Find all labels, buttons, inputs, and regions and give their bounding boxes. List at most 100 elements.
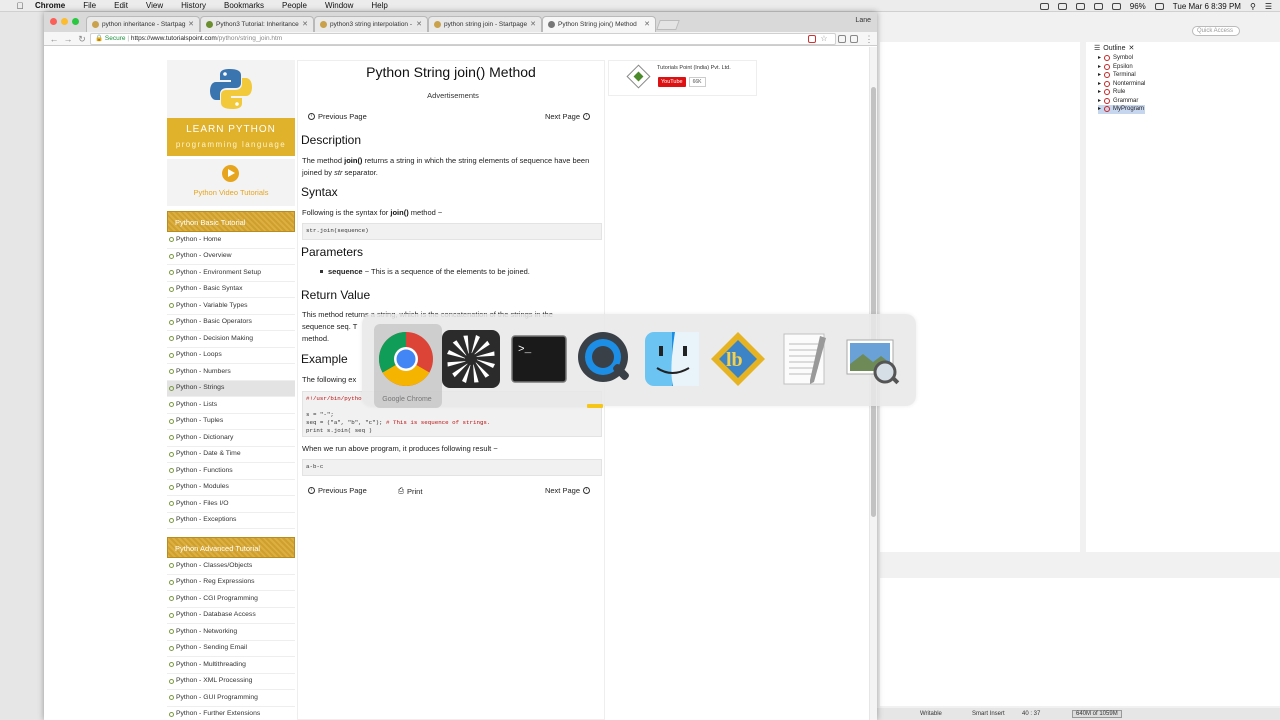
sidebar-link[interactable]: Python - XML Processing	[167, 674, 295, 690]
expand-icon[interactable]: ▸	[1098, 105, 1101, 114]
sidebar-link[interactable]: Python - Loops	[167, 348, 295, 364]
bbedit-icon[interactable]: lb	[709, 330, 767, 388]
wifi-icon[interactable]	[1093, 2, 1103, 10]
close-tab-icon[interactable]: ✕	[530, 20, 536, 28]
expand-icon[interactable]: ▸	[1098, 80, 1101, 89]
volume-icon[interactable]	[1111, 2, 1121, 10]
outline-tab[interactable]: ☰ Outline ✕	[1094, 42, 1134, 54]
tab-string-interpolation[interactable]: python3 string interpolation - ✕	[314, 16, 428, 32]
menu-window[interactable]: Window	[316, 1, 362, 10]
expand-icon[interactable]: ▸	[1098, 71, 1101, 80]
battery-percent[interactable]: 96%	[1130, 2, 1146, 11]
outline-item[interactable]: ▸ Rule	[1098, 88, 1145, 97]
expand-icon[interactable]: ▸	[1098, 54, 1101, 63]
sidebar-link[interactable]: Python - Overview	[167, 249, 295, 265]
tab-python3-tutorial[interactable]: Python3 Tutorial: Inheritance ✕	[200, 16, 314, 32]
zoom-window-button[interactable]	[72, 18, 79, 25]
sidebar-link[interactable]: Python - Sending Email	[167, 641, 295, 657]
bookmark-star-icon[interactable]: ☆	[818, 33, 830, 45]
minimize-window-button[interactable]	[61, 18, 68, 25]
outline-item-selected[interactable]: ▸ MyProgram	[1098, 105, 1146, 114]
status-memory[interactable]: 640M of 1059M	[1072, 710, 1122, 718]
sidebar-link[interactable]: Python - Dictionary	[167, 430, 295, 447]
sidebar-link[interactable]: Python - Tuples	[167, 414, 295, 430]
search-icon[interactable]: ⚲	[1250, 2, 1256, 11]
finder-icon[interactable]	[643, 330, 701, 388]
sidebar-link[interactable]: Python - Home	[167, 232, 295, 249]
sidebar-link[interactable]: Python - Basic Syntax	[167, 282, 295, 298]
menu-file[interactable]: File	[74, 1, 105, 10]
profile-button[interactable]: Lane	[855, 17, 871, 24]
tab-python-inheritance[interactable]: python inheritance - Startpag ✕	[86, 16, 200, 32]
screen-record-icon[interactable]	[1039, 2, 1049, 10]
menu-edit[interactable]: Edit	[105, 1, 137, 10]
extension-icon[interactable]	[850, 35, 858, 43]
tab-string-join-search[interactable]: python string join - Startpage ✕	[428, 16, 542, 32]
expand-icon[interactable]: ▸	[1098, 97, 1101, 106]
google-chrome-icon[interactable]	[377, 330, 435, 388]
outline-item[interactable]: ▸ Nonterminal	[1098, 80, 1145, 89]
menu-help[interactable]: Help	[362, 1, 396, 10]
close-tab-icon[interactable]: ✕	[188, 20, 194, 28]
blocked-content-icon[interactable]	[808, 35, 816, 43]
close-window-button[interactable]	[50, 18, 57, 25]
close-tab-icon[interactable]: ✕	[302, 20, 308, 28]
expand-icon[interactable]: ▸	[1098, 63, 1101, 72]
sidebar-link[interactable]: Python - Further Extensions	[167, 707, 295, 720]
menu-bookmarks[interactable]: Bookmarks	[215, 1, 273, 10]
sidebar-link[interactable]: Python - Files I/O	[167, 496, 295, 513]
battery-icon[interactable]	[1154, 2, 1164, 10]
back-arrow-icon[interactable]: ←	[48, 33, 60, 45]
textedit-icon[interactable]	[776, 330, 834, 388]
fan-app-icon[interactable]	[442, 330, 500, 388]
print-link[interactable]: ⎙ Print	[398, 486, 422, 496]
outline-item[interactable]: ▸ Terminal	[1098, 71, 1145, 80]
sidebar-link[interactable]: Python - Classes/Objects	[167, 558, 295, 575]
sidebar-link[interactable]: Python - Networking	[167, 624, 295, 641]
sidebar-link[interactable]: Python - Database Access	[167, 608, 295, 624]
expand-icon[interactable]: ▸	[1098, 88, 1101, 97]
quick-access-field[interactable]: Quick Access	[1192, 26, 1240, 36]
menu-kebab-icon[interactable]: ⋮	[863, 33, 875, 45]
sidebar-link[interactable]: Python - Exceptions	[167, 513, 295, 529]
close-tab-icon[interactable]: ✕	[644, 20, 650, 28]
sidebar-link[interactable]: Python - Numbers	[167, 364, 295, 381]
video-tutorials-link[interactable]: Python Video Tutorials	[167, 159, 295, 206]
menu-view[interactable]: View	[137, 1, 172, 10]
company-ad-box[interactable]: Tutorials Point (India) Pvt. Ltd. YouTub…	[608, 60, 757, 96]
sidebar-link[interactable]: Python - Functions	[167, 463, 295, 480]
learn-python-logo[interactable]: LEARN PYTHON programming language	[167, 60, 295, 156]
outline-item[interactable]: ▸ Grammar	[1098, 97, 1145, 106]
youtube-subscribe-button[interactable]: YouTube 66K	[658, 77, 706, 87]
sidebar-link[interactable]: Python - Date & Time	[167, 447, 295, 463]
close-tab-icon[interactable]: ✕	[416, 20, 422, 28]
editor-pane[interactable]	[880, 42, 1080, 552]
apple-icon[interactable]: 	[14, 1, 26, 11]
previous-page-link[interactable]: ‹ Previous Page	[308, 486, 367, 495]
sidebar-link[interactable]: Python - Environment Setup	[167, 265, 295, 282]
menu-app-name[interactable]: Chrome	[26, 1, 74, 10]
bluetooth-icon[interactable]	[1075, 2, 1085, 10]
close-icon[interactable]: ✕	[1128, 44, 1134, 52]
sidebar-link[interactable]: Python - Reg Expressions	[167, 575, 295, 591]
terminal-icon[interactable]: >_	[510, 330, 568, 388]
reload-icon[interactable]: ↻	[76, 33, 88, 45]
preview-icon[interactable]	[843, 330, 901, 388]
address-bar[interactable]: 🔒 Secure | https://www.tutorialspoint.co…	[90, 33, 836, 45]
notification-center-icon[interactable]: ☰	[1265, 2, 1272, 11]
outline-item[interactable]: ▸ Symbol	[1098, 54, 1145, 63]
quicktime-icon[interactable]	[576, 330, 634, 388]
menu-history[interactable]: History	[172, 1, 215, 10]
console-pane[interactable]	[880, 578, 1280, 706]
sidebar-link[interactable]: Python - Variable Types	[167, 298, 295, 315]
forward-arrow-icon[interactable]: →	[62, 33, 74, 45]
extension-icon[interactable]	[838, 35, 846, 43]
menubar-clock[interactable]: Tue Mar 6 8:39 PM	[1173, 2, 1241, 11]
sidebar-link[interactable]: Python - GUI Programming	[167, 690, 295, 707]
outline-item[interactable]: ▸ Epsilon	[1098, 63, 1145, 72]
scrollbar-thumb[interactable]	[871, 87, 876, 517]
sidebar-link[interactable]: Python - Modules	[167, 480, 295, 496]
new-tab-button[interactable]	[656, 20, 680, 30]
sidebar-link[interactable]: Python - Strings	[167, 380, 295, 397]
sidebar-link[interactable]: Python - Basic Operators	[167, 315, 295, 331]
